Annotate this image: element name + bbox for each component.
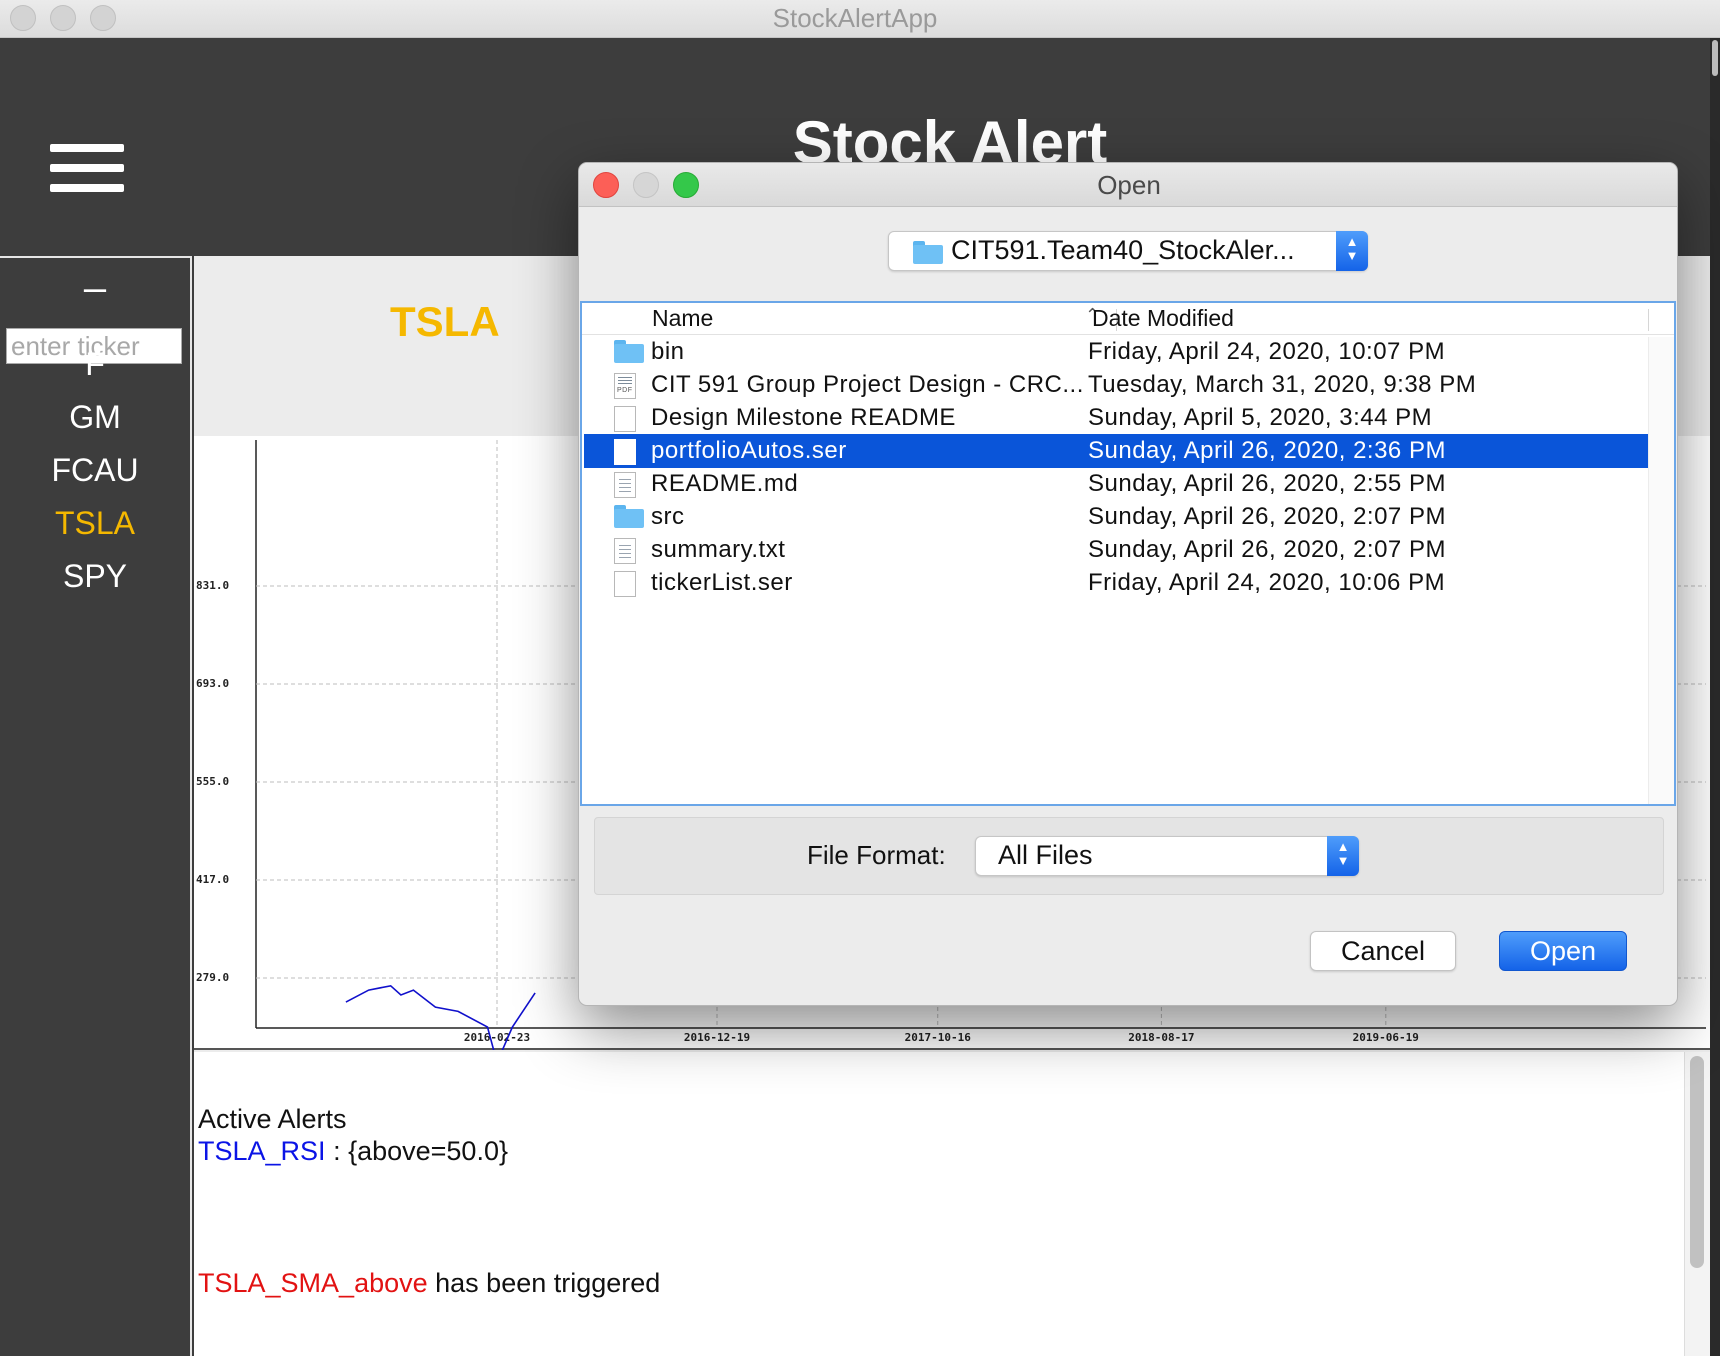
- file-list-scrollbar[interactable]: [1648, 337, 1674, 804]
- file-format-select[interactable]: All Files ▲ ▼: [975, 836, 1359, 876]
- x-tick-label: 2016-12-19: [684, 1031, 750, 1044]
- cancel-button[interactable]: Cancel: [1310, 931, 1456, 971]
- alerts-heading: Active Alerts: [198, 1104, 347, 1134]
- file-format-label: File Format:: [807, 840, 946, 870]
- file-format-value: All Files: [998, 840, 1093, 870]
- window-title: StockAlertApp: [772, 3, 938, 33]
- file-format-panel: File Format: All Files ▲ ▼: [594, 817, 1664, 895]
- file-icon: [614, 439, 636, 465]
- file-list-header: Name ⌃ Date Modified: [582, 303, 1674, 335]
- column-header-name[interactable]: Name: [652, 305, 713, 332]
- sidebar-ticker-gm[interactable]: GM: [0, 399, 190, 436]
- text-file-icon: [614, 538, 636, 564]
- popup-chevron-icon: ▲ ▼: [1327, 836, 1359, 876]
- triggered-alert-message: has been triggered: [427, 1268, 661, 1298]
- file-date-modified: Sunday, April 26, 2020, 2:55 PM: [1088, 470, 1446, 497]
- open-file-dialog: Open CIT591.Team40_StockAler... ▲ ▼ Name …: [578, 162, 1678, 1006]
- file-row[interactable]: README.md Sunday, April 26, 2020, 2:55 PM: [584, 467, 1648, 501]
- hamburger-icon[interactable]: [50, 144, 124, 194]
- dialog-title: Open: [1097, 170, 1161, 200]
- x-tick-label: 2016-02-23: [464, 1031, 530, 1044]
- alerts-scrollbar-thumb[interactable]: [1690, 1056, 1704, 1268]
- sidebar-ticker-spy[interactable]: SPY: [0, 558, 190, 595]
- file-date-modified: Sunday, April 26, 2020, 2:36 PM: [1088, 437, 1446, 464]
- folder-icon: [614, 505, 644, 528]
- file-date-modified: Friday, April 24, 2020, 10:06 PM: [1088, 569, 1446, 596]
- column-header-date[interactable]: Date Modified: [1092, 305, 1234, 332]
- remove-ticker-button[interactable]: –: [0, 266, 190, 311]
- price-series-line: [345, 984, 536, 1050]
- file-name: src: [651, 503, 685, 530]
- triggered-alert-row: TSLA_SMA_above has been triggered: [198, 1268, 660, 1299]
- selected-ticker-label: TSLA: [390, 298, 500, 345]
- triggered-alert-name: TSLA_SMA_above: [198, 1268, 428, 1298]
- file-name: tickerList.ser: [651, 569, 793, 596]
- file-name: CIT 591 Group Project Design - CRC...: [651, 371, 1084, 398]
- file-date-modified: Sunday, April 26, 2020, 2:07 PM: [1088, 536, 1446, 563]
- file-name: README.md: [651, 470, 799, 497]
- file-row[interactable]: Design Milestone README Sunday, April 5, …: [584, 401, 1648, 435]
- window-title-bar: StockAlertApp: [0, 0, 1720, 38]
- open-button[interactable]: Open: [1499, 931, 1627, 971]
- alerts-panel: Active Alerts TSLA_RSI : {above=50.0} TS…: [194, 1052, 1684, 1356]
- window-right-edge: [1710, 38, 1720, 1356]
- dialog-title-bar: Open: [579, 163, 1677, 207]
- pdf-file-icon: [614, 373, 636, 399]
- file-date-modified: Friday, April 24, 2020, 10:07 PM: [1088, 338, 1446, 365]
- sidebar-ticker-fcau[interactable]: FCAU: [0, 452, 190, 489]
- sidebar-ticker-tsla[interactable]: TSLA: [0, 505, 190, 542]
- y-tick-label: 693.0: [196, 677, 229, 690]
- active-alert-name: TSLA_RSI: [198, 1136, 326, 1166]
- popup-chevron-icon: ▲ ▼: [1336, 231, 1368, 271]
- file-row[interactable]: src Sunday, April 26, 2020, 2:07 PM: [584, 500, 1648, 534]
- file-date-modified: Sunday, April 26, 2020, 2:07 PM: [1088, 503, 1446, 530]
- text-file-icon: [614, 472, 636, 498]
- active-alert-row: TSLA_RSI : {above=50.0}: [198, 1136, 508, 1167]
- file-icon: [614, 571, 636, 597]
- sidebar-border-right: [190, 256, 192, 1356]
- file-row[interactable]: tickerList.ser Friday, April 24, 2020, 10…: [584, 566, 1648, 600]
- column-divider: [1648, 309, 1649, 331]
- stock-alert-window: StockAlertApp Stock Alert – F GM FCAU TS…: [0, 0, 1720, 1356]
- location-popup[interactable]: CIT591.Team40_StockAler... ▲ ▼: [888, 231, 1368, 271]
- active-alert-condition: : {above=50.0}: [325, 1136, 508, 1166]
- file-name: Design Milestone README: [651, 404, 956, 431]
- y-tick-label: 555.0: [196, 775, 229, 788]
- y-tick-label: 417.0: [196, 873, 229, 886]
- file-date-modified: Sunday, April 5, 2020, 3:44 PM: [1088, 404, 1433, 431]
- file-row[interactable]: portfolioAutos.ser Sunday, April 26, 2020…: [584, 434, 1648, 468]
- window-scrollbar-thumb[interactable]: [1712, 40, 1718, 76]
- file-icon: [614, 406, 636, 432]
- ticker-sidebar: – F GM FCAU TSLA SPY: [0, 256, 194, 1356]
- x-tick-label: 2019-06-19: [1353, 1031, 1419, 1044]
- x-tick-label: 2017-10-16: [905, 1031, 972, 1044]
- sidebar-ticker-f[interactable]: F: [0, 346, 190, 383]
- y-tick-label: 831.0: [196, 579, 229, 592]
- y-tick-label: 279.0: [196, 971, 229, 984]
- file-name: bin: [651, 338, 685, 365]
- folder-icon: [913, 241, 943, 264]
- x-tick-label: 2018-08-17: [1128, 1031, 1194, 1044]
- file-list: Name ⌃ Date Modified bin Friday, April 24…: [580, 301, 1676, 806]
- location-path: CIT591.Team40_StockAler...: [951, 235, 1295, 265]
- file-name: portfolioAutos.ser: [651, 437, 847, 464]
- folder-icon: [614, 340, 644, 363]
- file-name: summary.txt: [651, 536, 786, 563]
- sidebar-border-top: [0, 256, 192, 260]
- file-row[interactable]: bin Friday, April 24, 2020, 10:07 PM: [584, 335, 1648, 369]
- file-date-modified: Tuesday, March 31, 2020, 9:38 PM: [1088, 371, 1477, 398]
- file-row[interactable]: summary.txt Sunday, April 26, 2020, 2:07 …: [584, 533, 1648, 567]
- file-row[interactable]: CIT 591 Group Project Design - CRC...Tue…: [584, 368, 1648, 402]
